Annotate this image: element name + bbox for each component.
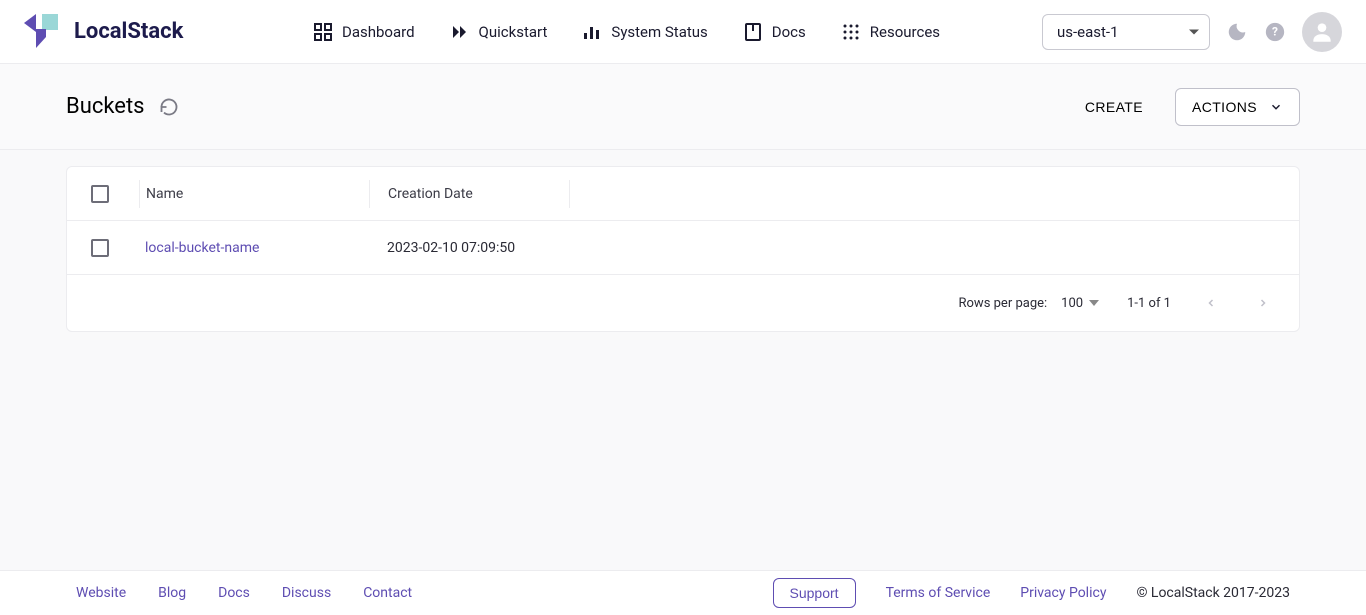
- nav-docs[interactable]: Docs: [744, 23, 806, 41]
- nav-quickstart-label: Quickstart: [479, 23, 548, 41]
- svg-text:?: ?: [1272, 24, 1278, 38]
- footer: Website Blog Docs Discuss Contact Suppor…: [0, 570, 1366, 615]
- main-nav: Dashboard Quickstart System Status: [314, 23, 1042, 41]
- pagination-bar: Rows per page: 100 1-1 of 1: [67, 275, 1299, 331]
- column-header-spacer: [569, 180, 1275, 208]
- footer-link-website[interactable]: Website: [76, 585, 126, 601]
- select-all-checkbox[interactable]: [91, 185, 109, 203]
- brand-logo[interactable]: LocalStack: [24, 14, 224, 50]
- nav-resources[interactable]: Resources: [842, 23, 940, 41]
- nav-system-status[interactable]: System Status: [583, 23, 707, 41]
- create-button[interactable]: CREATE: [1073, 91, 1155, 123]
- bucket-name-link[interactable]: local-bucket-name: [145, 240, 259, 256]
- dashboard-icon: [314, 23, 332, 41]
- help-icon[interactable]: ?: [1264, 21, 1286, 43]
- system-status-icon: [583, 23, 601, 41]
- page-header: Buckets CREATE ACTIONS: [0, 64, 1366, 150]
- page-title: Buckets: [66, 94, 145, 119]
- nav-quickstart[interactable]: Quickstart: [451, 23, 548, 41]
- quickstart-icon: [451, 23, 469, 41]
- next-page-button[interactable]: [1251, 291, 1275, 315]
- rows-per-page-label: Rows per page:: [959, 296, 1048, 311]
- prev-page-button[interactable]: [1199, 291, 1223, 315]
- pagination-range: 1-1 of 1: [1127, 296, 1171, 311]
- nav-docs-label: Docs: [772, 23, 806, 41]
- rows-per-page-value: 100: [1061, 296, 1083, 311]
- docs-icon: [744, 23, 762, 41]
- chevron-down-icon: [1269, 100, 1283, 114]
- footer-link-blog[interactable]: Blog: [158, 585, 186, 601]
- topbar: LocalStack Dashboard Quickstart: [0, 0, 1366, 64]
- footer-link-contact[interactable]: Contact: [363, 585, 412, 601]
- footer-link-privacy[interactable]: Privacy Policy: [1020, 585, 1106, 601]
- nav-dashboard-label: Dashboard: [342, 23, 415, 41]
- table-row: local-bucket-name 2023-02-10 07:09:50: [67, 221, 1299, 275]
- nav-system-status-label: System Status: [611, 23, 707, 41]
- caret-down-icon: [1089, 298, 1099, 308]
- user-avatar[interactable]: [1302, 12, 1342, 52]
- footer-link-docs[interactable]: Docs: [218, 585, 250, 601]
- column-header-creation-date[interactable]: Creation Date: [369, 180, 569, 208]
- rows-per-page-select[interactable]: 100: [1061, 296, 1099, 311]
- brand-mark-icon: [24, 14, 64, 50]
- support-button[interactable]: Support: [773, 578, 856, 608]
- region-value: us-east-1: [1057, 23, 1119, 41]
- row-checkbox[interactable]: [91, 239, 109, 257]
- topbar-right: us-east-1 ?: [1042, 12, 1342, 52]
- actions-dropdown[interactable]: ACTIONS: [1175, 88, 1300, 126]
- buckets-table-card: Name Creation Date local-bucket-name 202…: [66, 166, 1300, 332]
- brand-text: LocalStack: [74, 19, 183, 44]
- footer-link-tos[interactable]: Terms of Service: [886, 585, 991, 601]
- footer-link-discuss[interactable]: Discuss: [282, 585, 331, 601]
- bucket-creation-date: 2023-02-10 07:09:50: [369, 240, 569, 256]
- refresh-button[interactable]: [159, 97, 179, 117]
- resources-icon: [842, 23, 860, 41]
- dark-mode-toggle[interactable]: [1226, 21, 1248, 43]
- caret-down-icon: [1189, 29, 1199, 34]
- table-header-row: Name Creation Date: [67, 167, 1299, 221]
- nav-resources-label: Resources: [870, 23, 940, 41]
- column-header-name[interactable]: Name: [139, 180, 369, 208]
- actions-label: ACTIONS: [1192, 99, 1257, 115]
- nav-dashboard[interactable]: Dashboard: [314, 23, 415, 41]
- region-selector[interactable]: us-east-1: [1042, 14, 1210, 50]
- footer-copyright: © LocalStack 2017-2023: [1136, 585, 1290, 601]
